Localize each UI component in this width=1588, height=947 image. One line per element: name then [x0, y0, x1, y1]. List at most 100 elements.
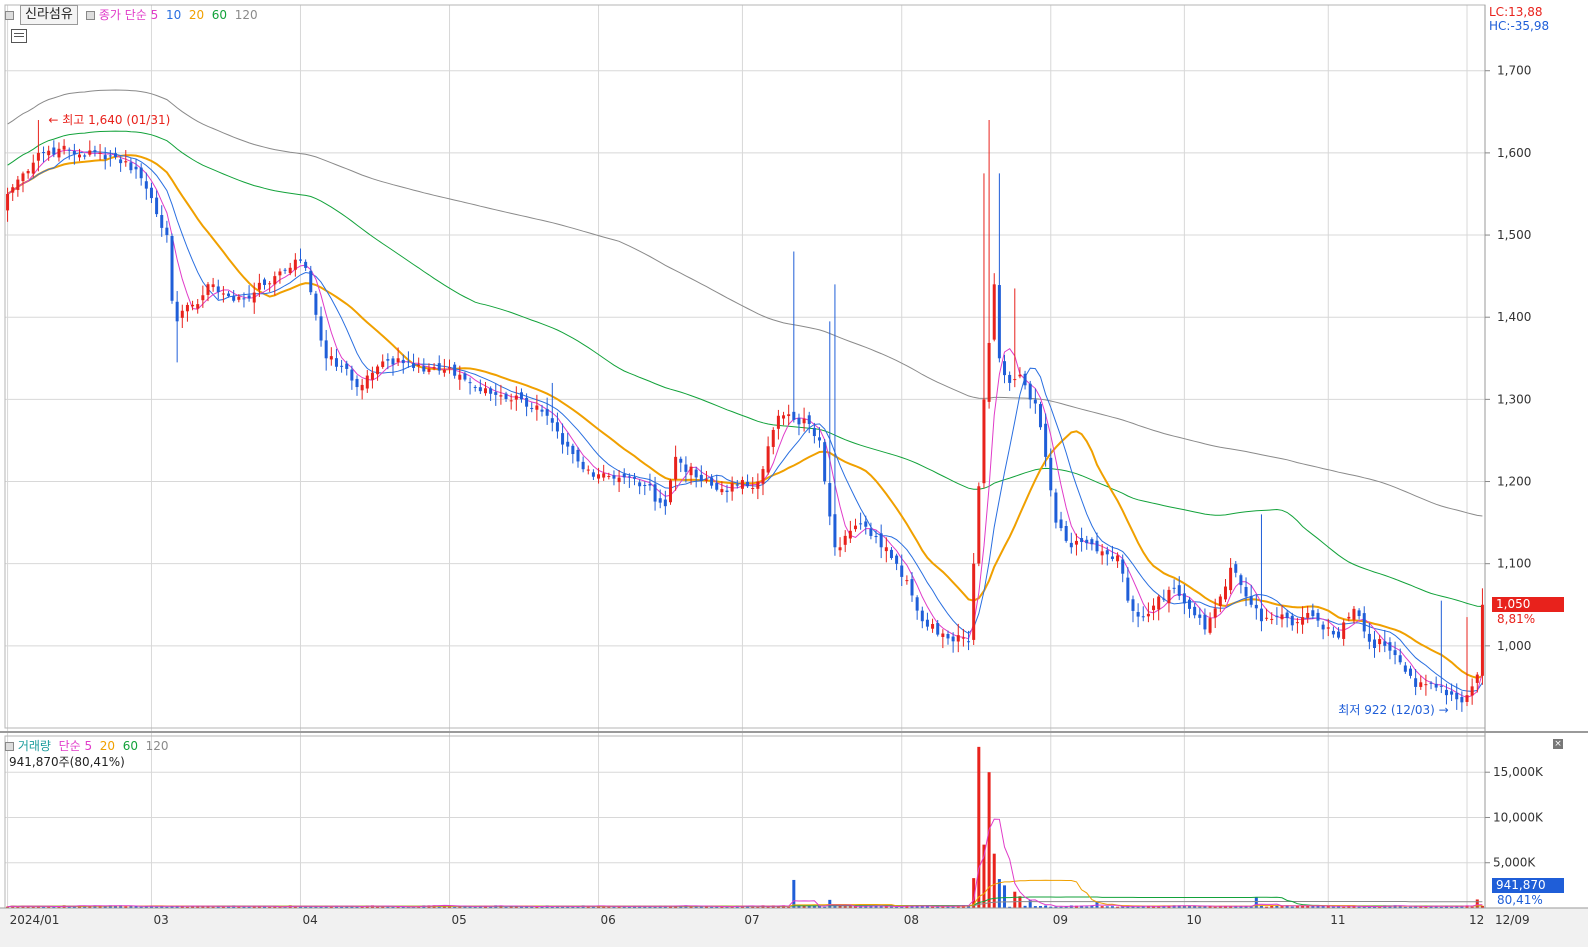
candle-body: [771, 429, 775, 447]
candle-body: [1136, 612, 1140, 617]
close-icon[interactable]: ×: [1553, 739, 1563, 749]
stock-name-label[interactable]: 신라섬유: [20, 5, 78, 25]
low-annotation: 최저 922 (12/03) →: [1338, 703, 1448, 717]
candle-body: [478, 387, 482, 392]
candle-body: [11, 187, 15, 193]
candle-body: [1434, 683, 1438, 688]
candle-body: [165, 227, 169, 236]
candle-body: [499, 395, 503, 397]
date-label: 12: [1469, 913, 1484, 927]
candle-body: [566, 441, 570, 447]
volume-tick-label: 5,000K: [1493, 856, 1536, 870]
candle-body: [725, 490, 729, 492]
candle-body: [252, 292, 256, 303]
candle-body: [1321, 624, 1325, 630]
candle-body: [334, 358, 338, 367]
candle-body: [263, 279, 267, 285]
y-tick-label: 1,400: [1497, 310, 1531, 324]
lc-value: LC:13,88: [1489, 5, 1543, 19]
candle-body: [437, 363, 441, 371]
candle-body: [242, 298, 246, 300]
candle-body: [113, 153, 117, 157]
candle-body: [710, 477, 714, 486]
volume-bar: [992, 853, 996, 908]
candle-body: [586, 469, 590, 471]
candle-body: [191, 304, 195, 307]
candle-body: [859, 523, 863, 525]
volume-bar: [1475, 899, 1479, 908]
candle-body: [956, 635, 960, 642]
candle-body: [1429, 682, 1433, 684]
candle-body: [740, 480, 744, 489]
candle-body: [597, 474, 601, 479]
date-axis: 2024/01 03 04 05 06 07 08 09 10 11 12 12/09: [0, 907, 1588, 947]
stock-name: 신라섬유: [25, 7, 73, 22]
candle-body: [1383, 641, 1387, 646]
candle-body: [98, 152, 102, 154]
candle-body: [1290, 615, 1294, 626]
volume-legend[interactable]: 거래량 단순 5 20 60 120: [5, 739, 169, 753]
candle-body: [268, 283, 272, 285]
candle-body: [489, 388, 493, 394]
candle-body: [648, 483, 652, 486]
candle-body: [31, 162, 35, 174]
candle-body: [699, 474, 703, 481]
candle-body: [864, 521, 868, 527]
candle-body: [920, 610, 924, 622]
candle-body: [1465, 695, 1469, 702]
candle-body: [1213, 608, 1217, 618]
panel-menu-icon[interactable]: [5, 8, 14, 22]
candle-body: [1085, 539, 1089, 544]
candle-body: [674, 456, 678, 480]
chart-tool-icon[interactable]: [11, 29, 27, 43]
candle-body: [1444, 689, 1448, 696]
candle-body: [442, 369, 446, 373]
candle-body: [1337, 631, 1341, 638]
candle-body: [298, 259, 302, 261]
candle-body: [900, 565, 904, 577]
candle-body: [684, 464, 688, 472]
candle-body: [309, 270, 313, 293]
candle-body: [324, 340, 328, 359]
candle-body: [1480, 604, 1484, 676]
candle-body: [823, 442, 827, 482]
candle-body: [1450, 691, 1454, 695]
candle-body: [1239, 575, 1243, 586]
candle-body: [1275, 615, 1279, 618]
hc-value: HC:-35,98: [1489, 19, 1550, 33]
candle-body: [1439, 685, 1443, 687]
candle-body: [612, 475, 616, 479]
candle-body: [1408, 668, 1412, 676]
candle-body: [468, 382, 472, 384]
candle-body: [283, 269, 287, 271]
candle-body: [761, 469, 765, 484]
volume-bar: [792, 879, 796, 908]
candle-body: [314, 293, 318, 315]
candle-body: [787, 414, 791, 417]
candle-body: [1193, 606, 1197, 616]
candle-body: [1146, 613, 1150, 617]
volume-bar: [1028, 899, 1032, 908]
volume-bar: [828, 899, 832, 908]
candle-body: [838, 547, 842, 551]
candle-body: [519, 392, 523, 400]
candle-body: [57, 148, 61, 158]
candle-body: [1049, 457, 1053, 491]
candle-body: [1311, 610, 1315, 617]
candle-body: [458, 374, 462, 380]
candle-body: [622, 473, 626, 478]
candle-body: [83, 155, 87, 157]
candle-body: [483, 388, 487, 394]
volume-tick-label: 15,000K: [1493, 765, 1544, 779]
candle-body: [607, 475, 611, 477]
price-legend[interactable]: 종가 단순 5 10 20 60 120: [86, 8, 258, 22]
current-change-pct: 8,81%: [1497, 612, 1536, 626]
candle-body: [874, 536, 878, 538]
candle-body: [992, 284, 996, 340]
candle-body: [257, 282, 261, 290]
candle-body: [1090, 539, 1094, 545]
candle-body: [1105, 550, 1109, 555]
candle-body: [941, 633, 945, 637]
candle-body: [643, 484, 647, 486]
candle-body: [653, 484, 657, 502]
